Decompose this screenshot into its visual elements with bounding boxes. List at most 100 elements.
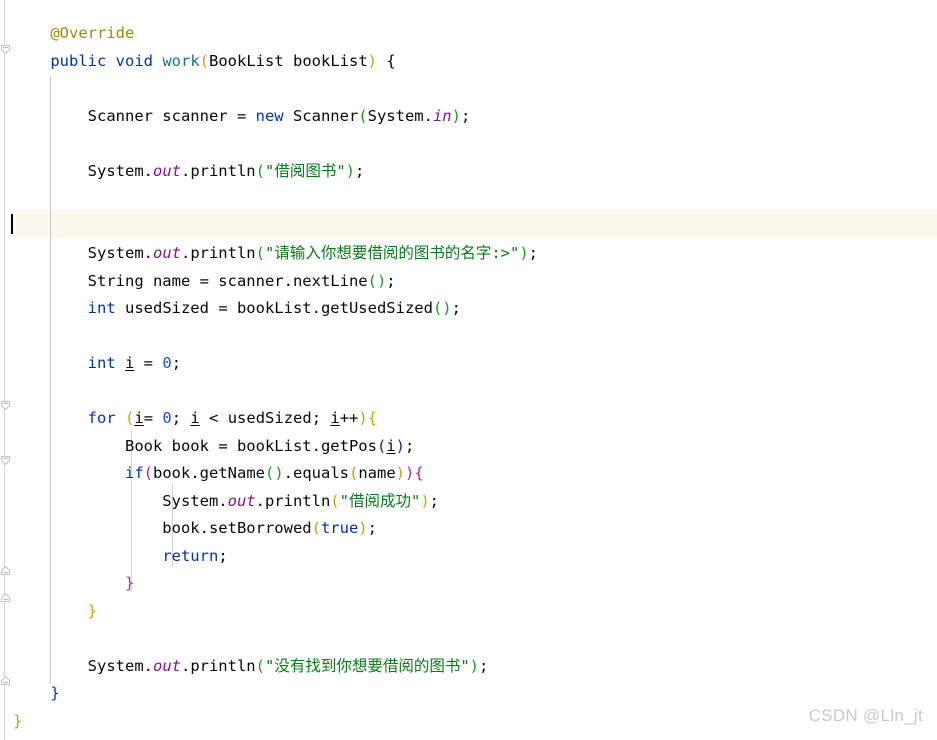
code-line[interactable]: if(book.getName().equals(name)){ [13,460,424,487]
code-token: System. [13,162,153,180]
code-token: return [162,547,219,565]
code-line[interactable]: } [13,680,60,707]
code-token: ( [199,52,210,70]
code-line[interactable]: } [13,570,134,597]
fold-marker-if-end[interactable] [0,565,11,576]
code-token: ; [171,354,182,372]
code-token: { [386,52,396,70]
code-token: System. [13,657,153,675]
code-token: () [264,464,284,482]
fold-marker-method-end[interactable] [0,675,11,686]
code-token: "借阅成功" [339,492,421,510]
watermark-label: CSDN @Lln_jt [808,706,923,725]
code-token: ) [345,162,355,180]
code-token: ; [355,162,365,180]
code-token: void [115,52,153,70]
code-token: 0 [162,354,172,372]
code-line[interactable]: String name = scanner.nextLine(); [13,268,396,295]
code-token: ) [395,464,405,482]
fold-marker-for-end[interactable] [0,592,11,603]
code-token: Scanner [283,107,359,125]
code-token: Book book [13,437,219,455]
code-token: out [152,162,181,180]
code-token: ) [519,244,529,262]
code-token: ) [358,519,368,537]
code-token: ; [386,272,396,290]
code-token: ( [376,437,387,455]
code-token: } [87,602,97,620]
code-token: i [386,437,396,455]
code-token: name [358,464,396,482]
code-line[interactable]: for (i= 0; i < usedSized; i++){ [13,405,377,432]
code-line[interactable]: @Override [13,20,134,47]
code-token: System. [367,107,433,125]
fold-marker-if[interactable] [0,455,11,466]
code-token: ++ [339,409,359,427]
code-token: () [367,272,387,290]
code-line[interactable]: System.out.println("请输入你想要借阅的图书的名字:>"); [13,240,538,267]
code-token: ( [358,107,368,125]
code-line[interactable]: System.out.println("借阅成功"); [13,488,439,515]
code-token: = [143,409,163,427]
code-line[interactable]: int usedSized = bookList.getUsedSized(); [13,295,461,322]
code-token: "借阅图书" [264,162,346,180]
code-token: System. [13,492,228,510]
code-token: ; [479,657,489,675]
code-token: ; [171,409,191,427]
code-token: ( [143,464,153,482]
code-token: 0 [162,409,172,427]
code-token: } [50,684,60,702]
code-token: out [227,492,256,510]
text-caret [11,214,13,234]
code-line[interactable]: } [13,708,22,735]
code-token: BookList bookList [209,52,368,70]
code-line[interactable]: System.out.println("借阅图书"); [13,158,365,185]
fold-marker-method[interactable] [0,44,11,55]
code-token: ( [330,492,340,510]
code-token: public [50,52,107,70]
code-line[interactable]: int i = 0; [13,350,181,377]
code-token: { [414,464,424,482]
code-token: Scanner scanner [13,107,237,125]
code-token: ; [218,547,228,565]
code-token: for [87,409,116,427]
code-token: out [152,657,181,675]
code-token: .println [180,244,256,262]
code-token: System. [13,244,153,262]
code-line[interactable]: Book book = bookList.getPos(i); [13,433,414,460]
code-line[interactable]: public void work(BookList bookList) { [13,48,396,75]
code-line[interactable]: Scanner scanner = new Scanner(System.in)… [13,103,471,130]
code-line[interactable]: book.setBorrowed(true); [13,515,377,542]
code-token: usedSized [115,299,219,317]
code-token: ) [395,437,405,455]
code-token: = scanner.nextLine [199,272,368,290]
code-token: book.getName [153,464,265,482]
code-token: int [87,299,116,317]
code-token: = bookList.getPos [218,437,377,455]
code-token: .equals [283,464,349,482]
code-token: "没有找到你想要借阅的图书" [264,657,470,675]
code-token: ( [255,162,265,180]
code-token: ) [451,107,461,125]
code-token: out [152,244,181,262]
code-editor[interactable]: @Override public void work(BookList book… [0,0,937,740]
code-token: ; [528,244,539,262]
code-token: ( [255,657,265,675]
code-token: ) [367,52,377,70]
code-line[interactable]: } [13,598,97,625]
code-text[interactable]: @Override public void work(BookList book… [0,0,937,740]
folding-gutter[interactable] [0,0,11,740]
fold-marker-for[interactable] [0,400,11,411]
code-line[interactable]: return; [13,543,228,570]
code-token: ( [255,244,265,262]
code-line[interactable]: System.out.println("没有找到你想要借阅的图书"); [13,653,489,680]
code-token: ; [451,299,461,317]
